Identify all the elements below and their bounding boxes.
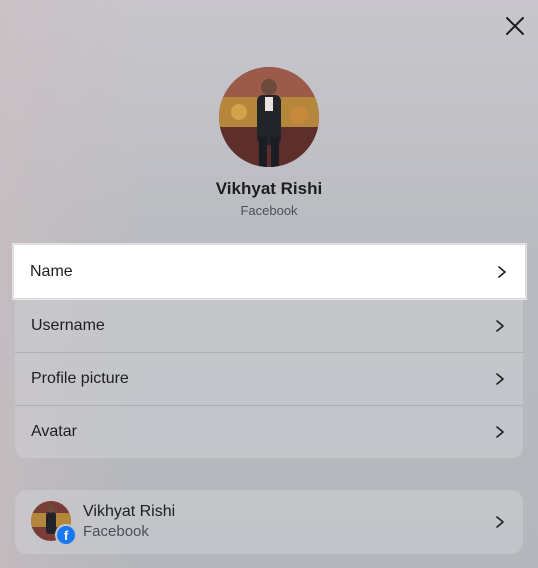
chevron-right-icon [493, 372, 507, 386]
menu-item-username[interactable]: Username [15, 299, 523, 352]
menu-item-label: Username [31, 316, 105, 334]
facebook-icon: f [55, 524, 77, 546]
chevron-right-icon [495, 265, 509, 279]
profile-name: Vikhyat Rishi [215, 179, 323, 198]
menu-item-avatar[interactable]: Avatar [15, 405, 523, 458]
chevron-right-icon [493, 515, 507, 529]
profile-photo [219, 67, 319, 167]
menu-item-label: Avatar [31, 422, 77, 440]
menu-item-profile-picture[interactable]: Profile picture [15, 352, 523, 405]
menu-item-label: Name [30, 262, 73, 280]
menu-item-name[interactable]: Name [13, 244, 526, 299]
account-name: Vikhyat Rishi [83, 503, 176, 520]
account-platform: Facebook [83, 523, 149, 540]
profile-platform: Facebook [240, 203, 298, 218]
account-card[interactable]: f Vikhyat Rishi Facebook [15, 490, 523, 554]
chevron-right-icon [493, 319, 507, 333]
close-button[interactable] [502, 13, 528, 39]
menu-item-label: Profile picture [31, 369, 129, 387]
chevron-right-icon [493, 425, 507, 439]
account-avatar: f [31, 501, 77, 546]
close-icon [506, 17, 524, 35]
